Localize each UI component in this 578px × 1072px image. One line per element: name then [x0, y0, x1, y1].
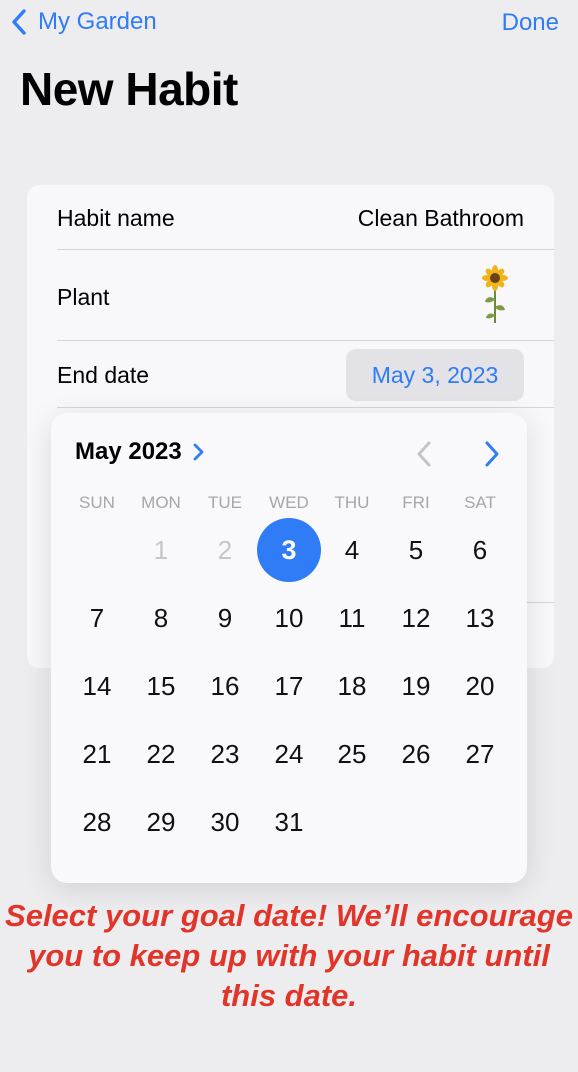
calendar-popover: May 2023 SUN MON TUE WED THU FRI SAT 1 2 3 4 5 6 7 8 9 1…: [51, 413, 527, 883]
month-selector[interactable]: May 2023: [75, 438, 204, 466]
end-date-picker-button[interactable]: May 3, 2023: [346, 349, 524, 401]
habit-name-value[interactable]: Clean Bathroom: [358, 205, 524, 232]
calendar-day-disabled: 2: [217, 534, 233, 565]
weekday-label: TUE: [208, 493, 242, 512]
calendar-day[interactable]: 23: [193, 722, 257, 786]
weekday-label: SAT: [464, 493, 496, 512]
calendar-day[interactable]: 6: [448, 518, 512, 582]
weekday-label: SUN: [79, 493, 115, 512]
weekday-label: THU: [334, 493, 370, 512]
calendar-day[interactable]: 17: [257, 654, 321, 718]
divider: [57, 407, 554, 408]
done-button[interactable]: Done: [502, 9, 559, 37]
back-button-label: My Garden: [38, 8, 157, 35]
habit-name-label: Habit name: [57, 205, 175, 231]
chevron-left-icon: [12, 9, 26, 35]
calendar-day[interactable]: 10: [257, 586, 321, 650]
calendar-day[interactable]: 8: [129, 586, 193, 650]
chevron-right-icon: [193, 443, 204, 461]
divider: [57, 340, 554, 341]
calendar-day[interactable]: 24: [257, 722, 321, 786]
calendar-day[interactable]: 11: [320, 586, 384, 650]
calendar-day[interactable]: 12: [384, 586, 448, 650]
calendar-day[interactable]: 4: [320, 518, 384, 582]
calendar-day[interactable]: 25: [320, 722, 384, 786]
calendar-day[interactable]: 22: [129, 722, 193, 786]
page-title: New Habit: [20, 63, 238, 115]
calendar-day[interactable]: 28: [65, 790, 129, 854]
back-button[interactable]: My Garden: [10, 8, 157, 36]
calendar-day[interactable]: 21: [65, 722, 129, 786]
calendar-day-disabled: 1: [153, 534, 169, 565]
previous-month-button[interactable]: [413, 439, 437, 469]
weekday-label: FRI: [402, 493, 430, 512]
sunflower-icon[interactable]: [480, 265, 510, 325]
calendar-day[interactable]: 13: [448, 586, 512, 650]
calendar-day[interactable]: 20: [448, 654, 512, 718]
next-month-button[interactable]: [479, 439, 503, 469]
month-label: May 2023: [75, 438, 182, 465]
calendar-day[interactable]: 9: [193, 586, 257, 650]
calendar-day[interactable]: 5: [384, 518, 448, 582]
calendar-day[interactable]: 26: [384, 722, 448, 786]
plant-label: Plant: [57, 284, 110, 310]
calendar-day[interactable]: 18: [320, 654, 384, 718]
calendar-day[interactable]: 15: [129, 654, 193, 718]
calendar-day[interactable]: 31: [257, 790, 321, 854]
weekday-label: WED: [269, 493, 309, 512]
navigation-bar: My Garden Done: [0, 0, 578, 48]
calendar-day[interactable]: 14: [65, 654, 129, 718]
weekday-label: MON: [141, 493, 181, 512]
calendar-day-selected[interactable]: 3: [257, 518, 321, 582]
calendar-day[interactable]: 27: [448, 722, 512, 786]
calendar-day[interactable]: 7: [65, 586, 129, 650]
calendar-day[interactable]: 30: [193, 790, 257, 854]
end-date-label: End date: [57, 362, 150, 388]
calendar-day[interactable]: 16: [193, 654, 257, 718]
instruction-caption: Select your goal date! We’ll encourage y…: [5, 898, 573, 1013]
divider: [57, 249, 554, 250]
calendar-day[interactable]: 29: [129, 790, 193, 854]
calendar-day[interactable]: 19: [384, 654, 448, 718]
